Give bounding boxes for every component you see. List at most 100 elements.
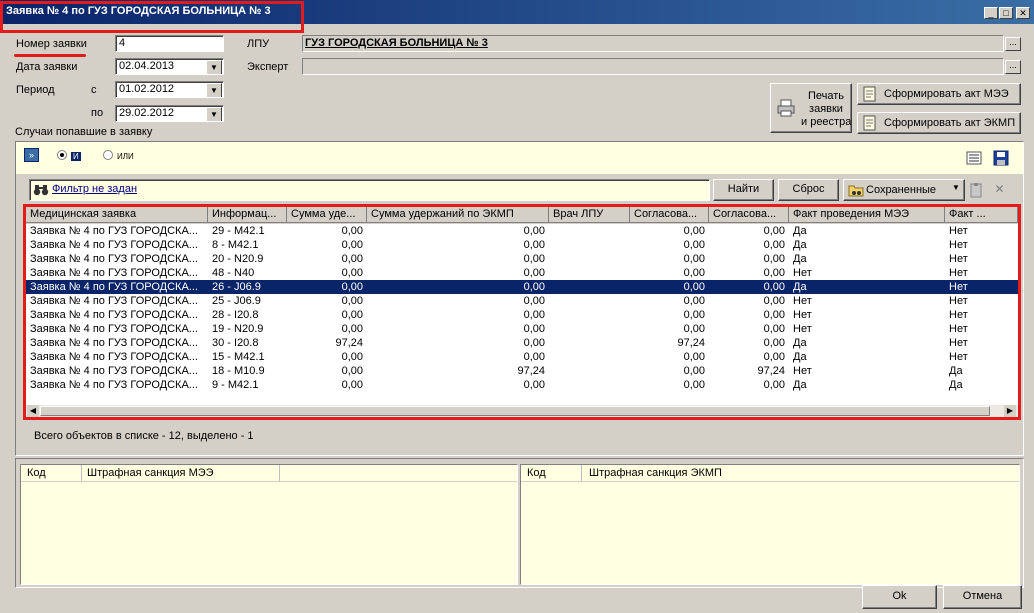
table-cell: Да: [949, 379, 963, 391]
table-row[interactable]: Заявка № 4 по ГУЗ ГОРОДСКА... 48 - N40 0,0…: [26, 266, 1018, 280]
act-mee-button[interactable]: Сформировать акт МЭЭ: [857, 83, 1021, 105]
table-cell: 0,00: [763, 351, 785, 363]
table-cell: Да: [793, 281, 807, 293]
column-header[interactable]: Согласова...: [630, 207, 709, 223]
print-button[interactable]: Печать заявки и реестра: [770, 83, 852, 133]
table-cell: Заявка № 4 по ГУЗ ГОРОДСКА...: [30, 379, 198, 391]
reset-button[interactable]: Сброс: [778, 179, 839, 201]
radio-or[interactable]: [103, 150, 113, 160]
ok-button[interactable]: Ok: [862, 585, 937, 609]
table-row[interactable]: Заявка № 4 по ГУЗ ГОРОДСКА... 20 - N20.9 0…: [26, 252, 1018, 266]
radio-and[interactable]: [57, 150, 67, 160]
table-cell: Заявка № 4 по ГУЗ ГОРОДСКА...: [30, 281, 198, 293]
clipboard-icon[interactable]: [968, 182, 986, 198]
expand-icon[interactable]: »: [24, 148, 39, 162]
table-cell: 0,00: [763, 281, 785, 293]
column-header[interactable]: Врач ЛПУ: [549, 207, 630, 223]
column-header[interactable]: Факт ...: [945, 207, 1018, 223]
filter-field[interactable]: Фильтр не задан: [29, 179, 710, 201]
table-cell: Да: [793, 253, 807, 265]
period-to-field[interactable]: 29.02.2012 ▼: [115, 105, 224, 122]
lpu-select-button[interactable]: ...: [1005, 37, 1021, 51]
column-header[interactable]: Факт проведения МЭЭ: [789, 207, 945, 223]
table-cell: Нет: [793, 267, 812, 279]
list-view-icon[interactable]: [966, 151, 982, 165]
cases-table: Медицинская заявка Информац... Сумма уде..…: [23, 204, 1021, 420]
table-cell: 15 - M42.1: [212, 351, 265, 363]
table-cell: Нет: [793, 309, 812, 321]
clear-filter-icon[interactable]: ✕: [991, 182, 1008, 198]
table-cell: 0,00: [341, 379, 363, 391]
period-to-dropdown-icon[interactable]: ▼: [206, 107, 222, 121]
table-cell: 18 - M10.9: [212, 365, 265, 377]
table-row[interactable]: Заявка № 4 по ГУЗ ГОРОДСКА... 25 - J06.9 0…: [26, 294, 1018, 308]
table-cell: 0,00: [763, 309, 785, 321]
number-label: Номер заявки: [16, 38, 87, 50]
table-row[interactable]: Заявка № 4 по ГУЗ ГОРОДСКА... 29 - M42.1 0…: [26, 224, 1018, 238]
table-cell: 0,00: [683, 239, 705, 251]
column-header[interactable]: Сумма удержаний по ЭКМП: [367, 207, 549, 223]
period-from-field[interactable]: 01.02.2012 ▼: [115, 81, 224, 98]
table-cell: Да: [793, 337, 807, 349]
column-header[interactable]: Информац...: [208, 207, 287, 223]
table-row[interactable]: Заявка № 4 по ГУЗ ГОРОДСКА... 9 - M42.1 0,…: [26, 378, 1018, 392]
table-cell: 0,00: [523, 351, 545, 363]
cancel-button[interactable]: Отмена: [943, 585, 1022, 609]
binoculars-icon: [33, 185, 49, 196]
horizontal-scrollbar[interactable]: ◀ ▶: [26, 405, 1018, 417]
table-cell: 0,00: [763, 239, 785, 251]
table-row[interactable]: Заявка № 4 по ГУЗ ГОРОДСКА... 19 - N20.9 0…: [26, 322, 1018, 336]
table-cell: 0,00: [341, 267, 363, 279]
table-cell: 0,00: [523, 309, 545, 321]
table-row[interactable]: Заявка № 4 по ГУЗ ГОРОДСКА... 26 - J06.9 0…: [26, 280, 1018, 294]
table-row[interactable]: Заявка № 4 по ГУЗ ГОРОДСКА... 18 - M10.9 0…: [26, 364, 1018, 378]
table-cell: 0,00: [523, 337, 545, 349]
period-label: Период: [16, 84, 55, 96]
column-header[interactable]: Медицинская заявка: [26, 207, 208, 223]
date-dropdown-icon[interactable]: ▼: [206, 60, 222, 74]
table-cell: [553, 224, 626, 238]
column-header[interactable]: Согласова...: [709, 207, 789, 223]
table-cell: Нет: [949, 309, 968, 321]
period-to-value: 29.02.2012: [119, 107, 175, 119]
minimize-button[interactable]: _: [984, 7, 998, 19]
table-cell: 0,00: [523, 239, 545, 251]
table-row[interactable]: Заявка № 4 по ГУЗ ГОРОДСКА... 15 - M42.1 0…: [26, 350, 1018, 364]
column-divider: [581, 465, 582, 481]
column-header[interactable]: Сумма уде...: [287, 207, 367, 223]
document-icon: [863, 86, 876, 102]
table-cell: 0,00: [763, 379, 785, 391]
save-icon[interactable]: [993, 150, 1009, 166]
maximize-button[interactable]: □: [999, 7, 1013, 19]
table-row[interactable]: Заявка № 4 по ГУЗ ГОРОДСКА... 28 - I20.8 0…: [26, 308, 1018, 322]
table-cell: Заявка № 4 по ГУЗ ГОРОДСКА...: [30, 253, 198, 265]
table-cell: 0,00: [341, 351, 363, 363]
filter-text[interactable]: Фильтр не задан: [52, 183, 137, 195]
period-from-dropdown-icon[interactable]: ▼: [206, 83, 222, 97]
saved-filters-button[interactable]: Сохраненные ▼: [843, 179, 965, 201]
lpu-value[interactable]: ГУЗ ГОРОДСКАЯ БОЛЬНИЦА № 3: [305, 37, 488, 49]
table-cell: Нет: [793, 365, 812, 377]
act-ekmp-button[interactable]: Сформировать акт ЭКМП: [857, 112, 1021, 134]
table-row[interactable]: Заявка № 4 по ГУЗ ГОРОДСКА... 30 - I20.8 9…: [26, 336, 1018, 350]
table-row[interactable]: Заявка № 4 по ГУЗ ГОРОДСКА... 8 - M42.1 0,…: [26, 238, 1018, 252]
table-cell: 0,00: [683, 309, 705, 321]
table-cell: Нет: [949, 267, 968, 279]
saved-filters-label: Сохраненные: [866, 184, 937, 196]
number-field[interactable]: 4: [115, 35, 224, 52]
table-cell: 0,00: [763, 337, 785, 349]
scroll-thumb[interactable]: [40, 406, 990, 416]
find-button[interactable]: Найти: [713, 179, 774, 201]
print-button-label: Печать заявки и реестра: [801, 90, 852, 128]
date-field[interactable]: 02.04.2013 ▼: [115, 58, 224, 75]
table-cell: Нет: [949, 253, 968, 265]
scroll-left-icon[interactable]: ◀: [27, 405, 39, 417]
expert-field[interactable]: [302, 58, 1004, 75]
act-mee-label: Сформировать акт МЭЭ: [884, 88, 1009, 100]
expert-select-button[interactable]: ...: [1005, 60, 1021, 74]
table-cell: Да: [793, 379, 807, 391]
lpu-field[interactable]: ГУЗ ГОРОДСКАЯ БОЛЬНИЦА № 3: [302, 35, 1004, 52]
close-button[interactable]: ✕: [1016, 7, 1030, 19]
period-from-label: с: [91, 84, 97, 96]
scroll-right-icon[interactable]: ▶: [1004, 405, 1016, 417]
